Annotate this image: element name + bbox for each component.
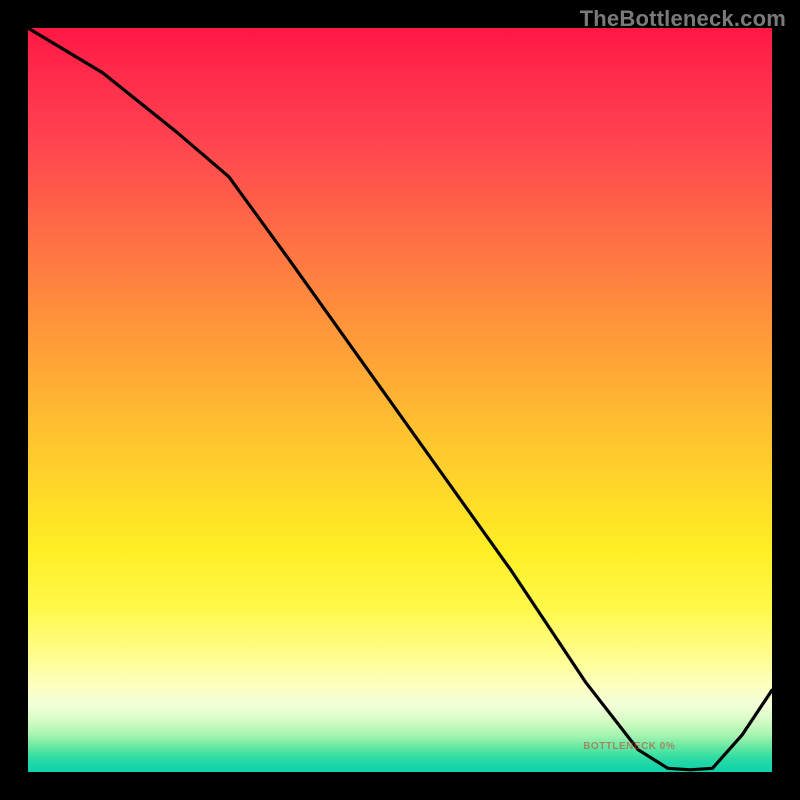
- bottleneck-curve: [28, 28, 772, 772]
- plot-area: BOTTLENECK 0%: [28, 28, 772, 772]
- min-bottleneck-annotation: BOTTLENECK 0%: [583, 741, 675, 752]
- chart-stage: TheBottleneck.com BOTTLENECK 0%: [0, 0, 800, 800]
